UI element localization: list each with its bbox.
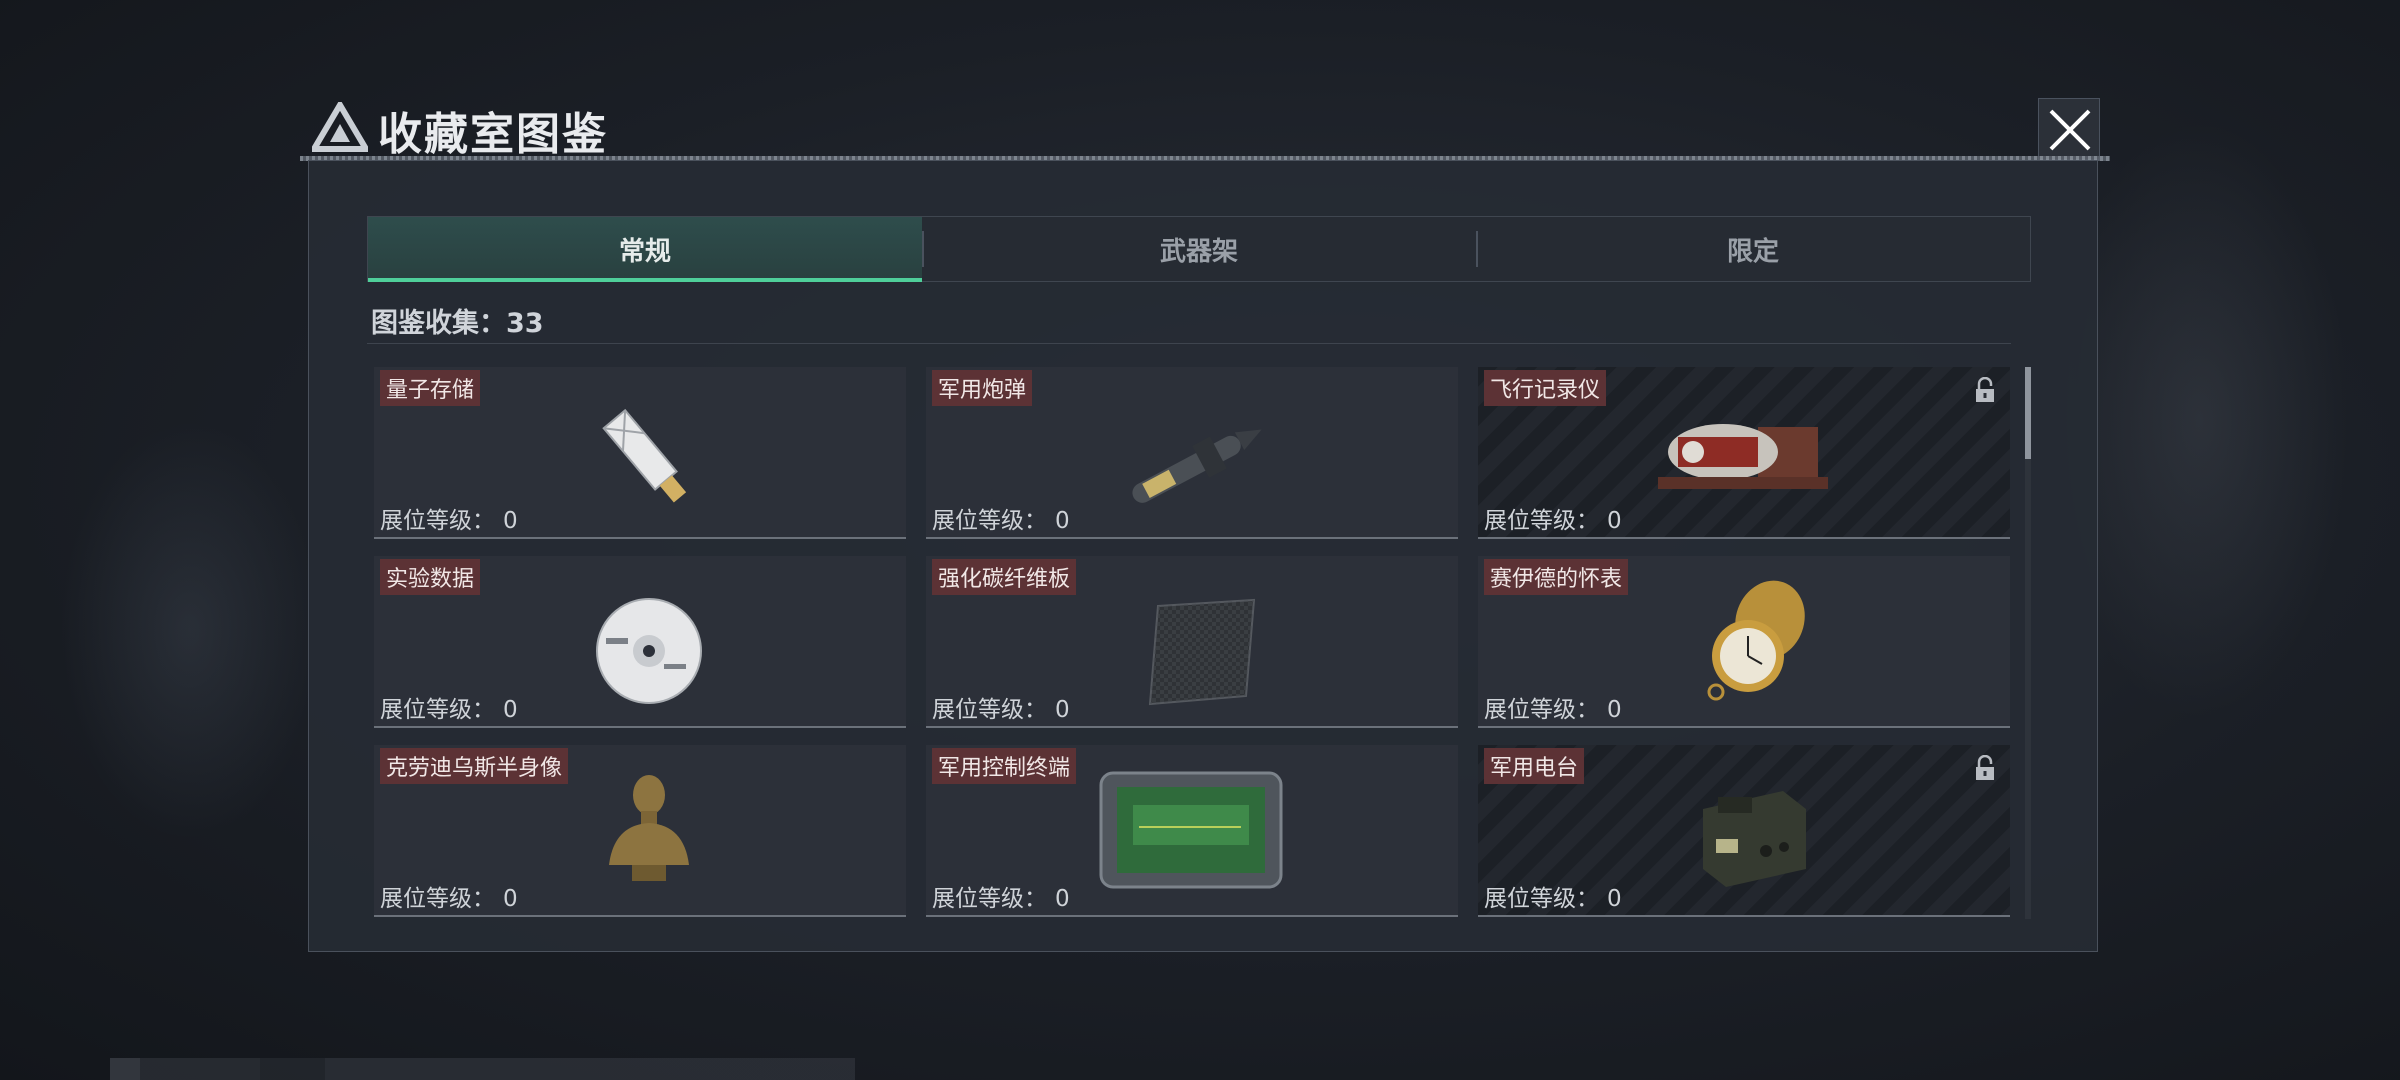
close-icon [2049, 109, 2091, 151]
shell-icon [1132, 429, 1262, 503]
item-card-carbon-plate[interactable]: 强化碳纤维板 展位等级： 0 [926, 556, 1458, 728]
item-card-quantum-storage[interactable]: 量子存储 展位等级： 0 [374, 367, 906, 539]
tab-regular[interactable]: 常规 [368, 217, 922, 282]
tab-weapon-rack[interactable]: 武器架 [922, 217, 1476, 281]
item-card-military-terminal[interactable]: 军用控制终端 展位等级： 0 [926, 745, 1458, 917]
item-name: 量子存储 [380, 370, 481, 406]
logo-icon [312, 102, 368, 152]
item-name: 军用电台 [1484, 748, 1585, 784]
collection-panel: 常规 武器架 限定 图鉴收集：33 量子存储 展位等级： 0 军用炮弹 展位等级… [308, 160, 2098, 952]
item-level: 展位等级： 0 [932, 697, 1070, 723]
item-card-flight-recorder[interactable]: 飞行记录仪 展位等级： 0 [1478, 367, 2010, 539]
flight-recorder-icon [1658, 424, 1828, 489]
item-name: 军用控制终端 [932, 748, 1077, 784]
bust-icon [609, 775, 689, 881]
background-glow-left [60, 420, 320, 840]
carbon-plate-icon [1148, 598, 1256, 706]
item-grid: 量子存储 展位等级： 0 军用炮弹 展位等级： 0 飞行记录仪 展位等级： 0 … [374, 367, 2014, 953]
collection-count: 图鉴收集：33 [371, 308, 544, 339]
item-card-claudius-bust[interactable]: 克劳迪乌斯半身像 展位等级： 0 [374, 745, 906, 917]
item-name: 飞行记录仪 [1484, 370, 1607, 406]
radio-icon [1703, 791, 1806, 887]
item-name: 军用炮弹 [932, 370, 1033, 406]
grid-scrollbar[interactable] [2025, 367, 2031, 919]
item-level: 展位等级： 0 [380, 886, 518, 912]
pocket-watch-icon [1707, 580, 1805, 701]
item-level: 展位等级： 0 [932, 508, 1070, 534]
item-level: 展位等级： 0 [380, 508, 518, 534]
collection-divider [367, 343, 2011, 344]
scrollbar-thumb[interactable] [2025, 367, 2031, 459]
item-level: 展位等级： 0 [932, 886, 1070, 912]
lock-icon [1976, 755, 1994, 780]
item-card-military-shell[interactable]: 军用炮弹 展位等级： 0 [926, 367, 1458, 539]
tab-bar: 常规 武器架 限定 [367, 216, 2031, 282]
tab-limited[interactable]: 限定 [1476, 217, 2030, 281]
item-level: 展位等级： 0 [380, 697, 518, 723]
disc-icon [596, 598, 702, 704]
terminal-icon [1099, 771, 1283, 889]
lock-icon [1976, 377, 1994, 402]
item-card-military-radio[interactable]: 军用电台 展位等级： 0 [1478, 745, 2010, 917]
item-name: 实验数据 [380, 559, 481, 595]
item-level: 展位等级： 0 [1484, 508, 1622, 534]
bottom-blurred-strip [110, 1058, 855, 1080]
usb-drive-icon [602, 408, 687, 503]
item-card-experiment-data[interactable]: 实验数据 展位等级： 0 [374, 556, 906, 728]
close-button[interactable] [2038, 98, 2100, 160]
item-level: 展位等级： 0 [1484, 697, 1622, 723]
page-title: 收藏室图鉴 [378, 109, 608, 160]
item-name: 强化碳纤维板 [932, 559, 1077, 595]
item-card-pocket-watch[interactable]: 赛伊德的怀表 展位等级： 0 [1478, 556, 2010, 728]
item-level: 展位等级： 0 [1484, 886, 1622, 912]
item-name: 克劳迪乌斯半身像 [380, 748, 569, 784]
window-header: 收藏室图鉴 [300, 90, 2110, 161]
item-name: 赛伊德的怀表 [1484, 559, 1629, 595]
